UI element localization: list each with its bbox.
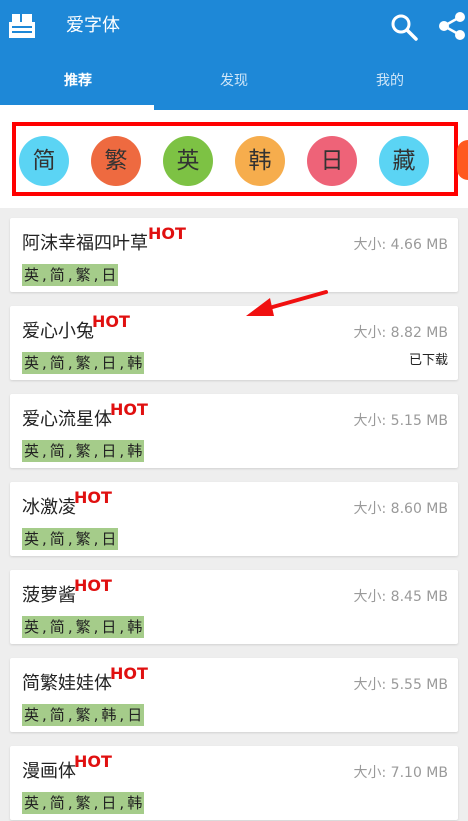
tag: 日 — [125, 704, 145, 726]
tag: 简, — [47, 792, 74, 814]
tab-recommend[interactable]: 推荐 — [0, 56, 156, 110]
tag: 英, — [22, 704, 48, 726]
font-list-item[interactable]: 漫画体 HOT 大小: 7.10 MB 英, 简, 繁, 日, 韩 — [10, 746, 458, 820]
hot-badge: HOT — [74, 752, 112, 771]
font-list-item[interactable]: 爱心小兔 HOT 大小: 8.82 MB 已下载 英, 简, 繁, 日, 韩 — [10, 306, 458, 380]
tag: 日, — [99, 352, 126, 374]
app-title: 爱字体 — [66, 15, 120, 36]
tag: 韩 — [125, 616, 145, 638]
font-list: 阿沫幸福四叶草 HOT 大小: 4.66 MB 英, 简, 繁, 日 爱心小兔 … — [0, 208, 468, 821]
tag: 英, — [22, 264, 48, 286]
tag: 简, — [47, 440, 74, 462]
file-size: 大小: 5.15 MB — [353, 413, 448, 429]
font-list-item[interactable]: 爱心流星体 HOT 大小: 5.15 MB 英, 简, 繁, 日, 韩 — [10, 394, 458, 468]
share-icon[interactable] — [436, 10, 468, 42]
language-tags: 英, 简, 繁, 日, 韩 — [22, 792, 145, 814]
tag: 简, — [47, 264, 74, 286]
tag: 韩, — [99, 704, 126, 726]
font-name: 菠萝酱 — [22, 585, 76, 606]
tag: 繁, — [73, 792, 100, 814]
tag: 日 — [99, 264, 119, 286]
file-size: 大小: 7.10 MB — [353, 765, 448, 781]
language-tags: 英, 简, 繁, 日 — [22, 264, 119, 286]
language-tags: 英, 简, 繁, 韩, 日 — [22, 704, 145, 726]
tag: 繁, — [73, 616, 100, 638]
red-arrow-annotation — [246, 290, 328, 316]
search-icon[interactable] — [389, 12, 419, 42]
tab-mine[interactable]: 我的 — [312, 56, 468, 110]
tag: 日, — [99, 616, 126, 638]
file-size: 大小: 8.45 MB — [353, 589, 448, 605]
tag: 简, — [47, 616, 74, 638]
language-button-korean[interactable]: 韩 — [235, 136, 285, 186]
hot-badge: HOT — [92, 312, 130, 331]
language-button-english[interactable]: 英 — [163, 136, 213, 186]
hot-badge: HOT — [110, 400, 148, 419]
hot-badge: HOT — [110, 664, 148, 683]
tag: 日 — [99, 528, 119, 550]
tag: 韩 — [125, 352, 145, 374]
font-name: 爱心流星体 — [22, 409, 112, 430]
file-size: 大小: 8.82 MB — [353, 325, 448, 341]
font-name: 爱心小兔 — [22, 321, 94, 342]
font-name: 冰激凌 — [22, 497, 76, 518]
language-tags: 英, 简, 繁, 日, 韩 — [22, 352, 145, 374]
app-bar: 爱字体 推荐 发现 我的 — [0, 0, 468, 110]
font-name: 阿沫幸福四叶草 — [22, 233, 148, 254]
tag: 简, — [47, 704, 74, 726]
language-tags: 英, 简, 繁, 日, 韩 — [22, 440, 145, 462]
tag: 英, — [22, 616, 48, 638]
tag: 英, — [22, 528, 48, 550]
tag: 繁, — [73, 704, 100, 726]
hot-badge: HOT — [74, 488, 112, 507]
tag: 英, — [22, 352, 48, 374]
language-tags: 英, 简, 繁, 日 — [22, 528, 119, 550]
tag: 简, — [47, 352, 74, 374]
font-list-item[interactable]: 简繁娃娃体 HOT 大小: 5.55 MB 英, 简, 繁, 韩, 日 — [10, 658, 458, 732]
font-list-item[interactable]: 冰激凌 HOT 大小: 8.60 MB 英, 简, 繁, 日 — [10, 482, 458, 556]
file-size: 大小: 5.55 MB — [353, 677, 448, 693]
hot-badge: HOT — [74, 576, 112, 595]
tag: 简, — [47, 528, 74, 550]
download-status: 已下载 — [408, 353, 448, 368]
language-button-tibetan[interactable]: 藏 — [379, 136, 429, 186]
file-size: 大小: 4.66 MB — [353, 237, 448, 253]
font-list-item[interactable]: 阿沫幸福四叶草 HOT 大小: 4.66 MB 英, 简, 繁, 日 — [10, 218, 458, 292]
tag: 繁, — [73, 264, 100, 286]
tag: 繁, — [73, 352, 100, 374]
language-button-traditional[interactable]: 繁 — [91, 136, 141, 186]
tag: 日, — [99, 440, 126, 462]
tag: 韩 — [125, 792, 145, 814]
language-button-simplified[interactable]: 简 — [19, 136, 69, 186]
hot-badge: HOT — [148, 224, 186, 243]
app-logo-icon — [9, 14, 35, 38]
scroll-edge-indicator — [457, 140, 468, 180]
file-size: 大小: 8.60 MB — [353, 501, 448, 517]
tag: 繁, — [73, 440, 100, 462]
font-list-item[interactable]: 菠萝酱 HOT 大小: 8.45 MB 英, 简, 繁, 日, 韩 — [10, 570, 458, 644]
tag: 日, — [99, 792, 126, 814]
tag: 英, — [22, 440, 48, 462]
language-button-japanese[interactable]: 日 — [307, 136, 357, 186]
language-filter-bar: 简 繁 英 韩 日 藏 — [0, 110, 468, 208]
tab-discover[interactable]: 发现 — [156, 56, 312, 110]
tag: 英, — [22, 792, 48, 814]
language-tags: 英, 简, 繁, 日, 韩 — [22, 616, 145, 638]
tag: 繁, — [73, 528, 100, 550]
font-name: 漫画体 — [22, 761, 76, 782]
tag: 韩 — [125, 440, 145, 462]
font-name: 简繁娃娃体 — [22, 673, 112, 694]
